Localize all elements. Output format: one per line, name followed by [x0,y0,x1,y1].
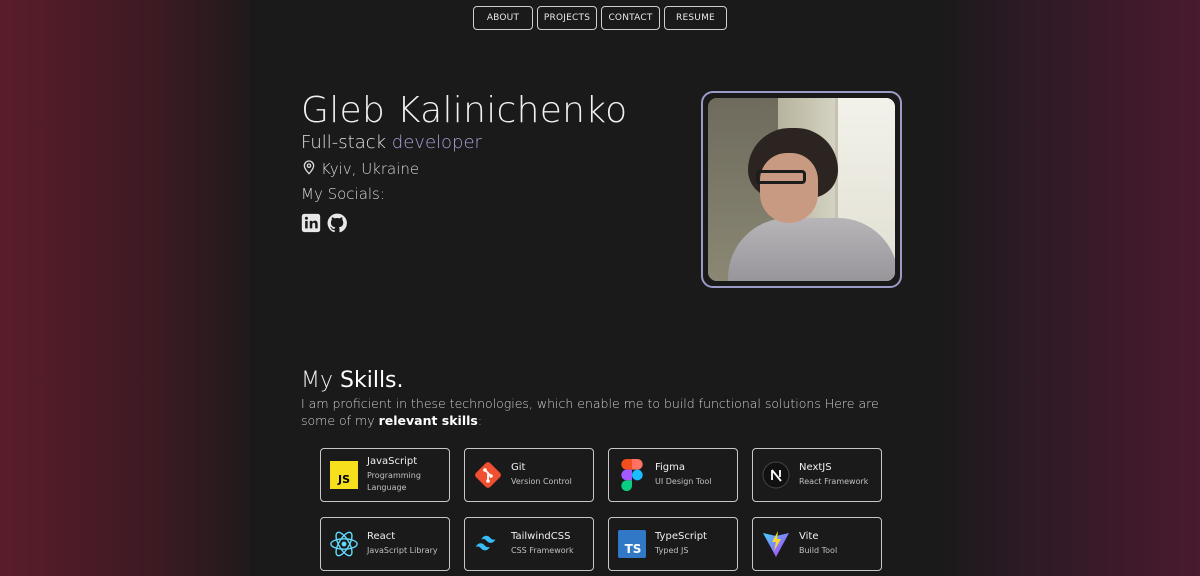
skill-sub: React Framework [799,477,869,486]
typescript-icon: TS [617,529,647,559]
github-icon[interactable] [327,213,347,233]
figma-icon [617,459,647,491]
role-accent: developer [391,132,482,153]
skill-name: TailwindCSS [511,531,571,542]
profile-photo [708,98,895,281]
skill-name: TypeScript [655,531,707,542]
skill-sub: CSS Framework [511,546,574,555]
react-icon [329,529,359,559]
skill-name: JavaScript [367,456,418,467]
skill-name: Figma [655,462,686,473]
skill-card-tailwind: TailwindCSS CSS Framework [464,517,594,571]
skill-card-nextjs: NextJS React Framework [752,448,882,502]
skill-name: NextJS [799,462,832,473]
hero-role: Full-stack developer [301,132,721,153]
linkedin-icon[interactable] [301,213,321,233]
skills-desc-bold: relevant skills [378,413,478,428]
skill-sub: JavaScript Library [367,546,438,555]
nav-projects-button[interactable]: PROJECTS [537,6,597,30]
skill-sub: Version Control [511,477,572,486]
location-text: Kyiv, Ukraine [321,160,420,178]
skill-sub: Programming Language [367,471,421,492]
socials-row [301,213,721,233]
skills-grid: JS JavaScript Programming Language Git V… [320,448,882,571]
hero-section: Gleb Kalinichenko Full-stack developer K… [301,90,721,233]
skill-name: React [367,531,396,542]
hero-name: Gleb Kalinichenko [301,90,628,131]
location: Kyiv, Ukraine [301,159,721,179]
svg-text:JS: JS [337,473,350,486]
nav-resume-button[interactable]: RESUME [664,6,727,30]
skill-sub: Typed JS [655,546,689,555]
profile-photo-frame [701,91,902,288]
skill-card-vite: Vite Build Tool [752,517,882,571]
skill-name: Git [511,462,526,473]
skill-name: Vite [799,531,819,542]
skill-card-figma: Figma UI Design Tool [608,448,738,502]
skills-desc-suffix: : [477,413,483,428]
javascript-icon: JS [329,460,359,490]
top-nav: ABOUT PROJECTS CONTACT RESUME [0,6,1200,30]
map-pin-icon [301,159,317,179]
nav-contact-button[interactable]: CONTACT [601,6,660,30]
vite-icon [761,529,791,559]
role-prefix: Full-stack [301,132,387,153]
skill-card-git: Git Version Control [464,448,594,502]
skill-card-javascript: JS JavaScript Programming Language [320,448,450,502]
git-icon [473,460,503,490]
skill-card-typescript: TS TypeScript Typed JS [608,517,738,571]
skills-description: I am proficient in these technologies, w… [301,395,891,429]
nextjs-icon [761,460,791,490]
socials-label: My Socials: [301,185,385,203]
skill-sub: Build Tool [799,546,838,555]
skills-title-prefix: My [301,368,334,393]
skill-card-react: React JavaScript Library [320,517,450,571]
svg-text:TS: TS [625,542,642,556]
tailwind-icon [473,529,503,559]
nav-about-button[interactable]: ABOUT [473,6,533,30]
skill-sub: UI Design Tool [655,477,712,486]
skills-title: My Skills. [301,368,404,393]
skills-title-bold: Skills. [340,368,404,393]
